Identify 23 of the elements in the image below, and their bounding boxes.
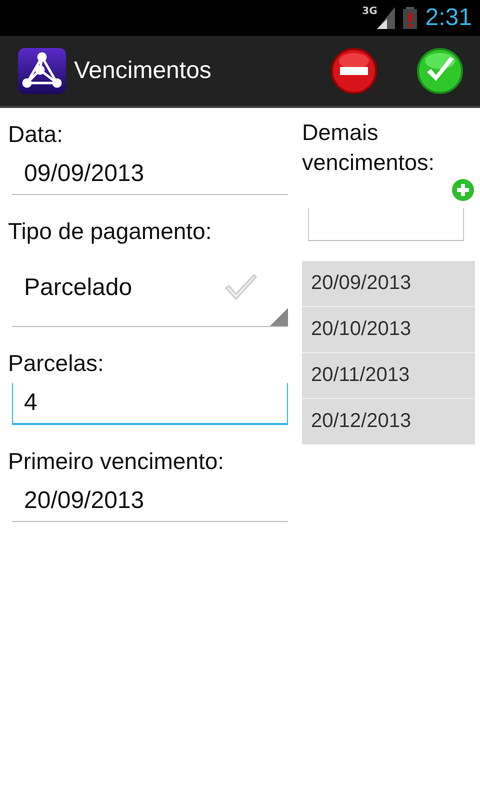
check-icon (224, 274, 258, 302)
screen-title: Vencimentos (74, 57, 212, 85)
field-label: Primeiro vencimento: (8, 447, 226, 476)
text-field[interactable]: 4 (12, 383, 288, 425)
date-list-item[interactable]: 20/11/2013 (302, 353, 475, 399)
text-field[interactable]: 20/09/2013 (12, 481, 288, 522)
network-type: 3G (362, 6, 378, 17)
battery-icon (403, 7, 418, 29)
dates-label: Demais vencimentos: (302, 119, 436, 177)
field-label: Parcelas: (8, 349, 105, 378)
field-label: Data: (8, 120, 64, 149)
date-list-item[interactable]: 20/09/2013 (302, 261, 475, 307)
payment-type-dropdown[interactable]: Parcelado (12, 261, 288, 327)
signal-icon (377, 7, 396, 29)
text-field[interactable]: 09/09/2013 (12, 154, 288, 195)
field-label: Tipo de pagamento: (8, 217, 213, 246)
date-list-item[interactable]: 20/12/2013 (302, 399, 475, 445)
confirm-button[interactable] (416, 47, 464, 95)
date-list-item[interactable]: 20/10/2013 (302, 307, 475, 353)
clock: 2:31 (425, 4, 472, 32)
app-icon[interactable] (18, 48, 66, 94)
dropdown-corner-icon (270, 308, 288, 326)
cancel-button[interactable] (330, 47, 378, 95)
